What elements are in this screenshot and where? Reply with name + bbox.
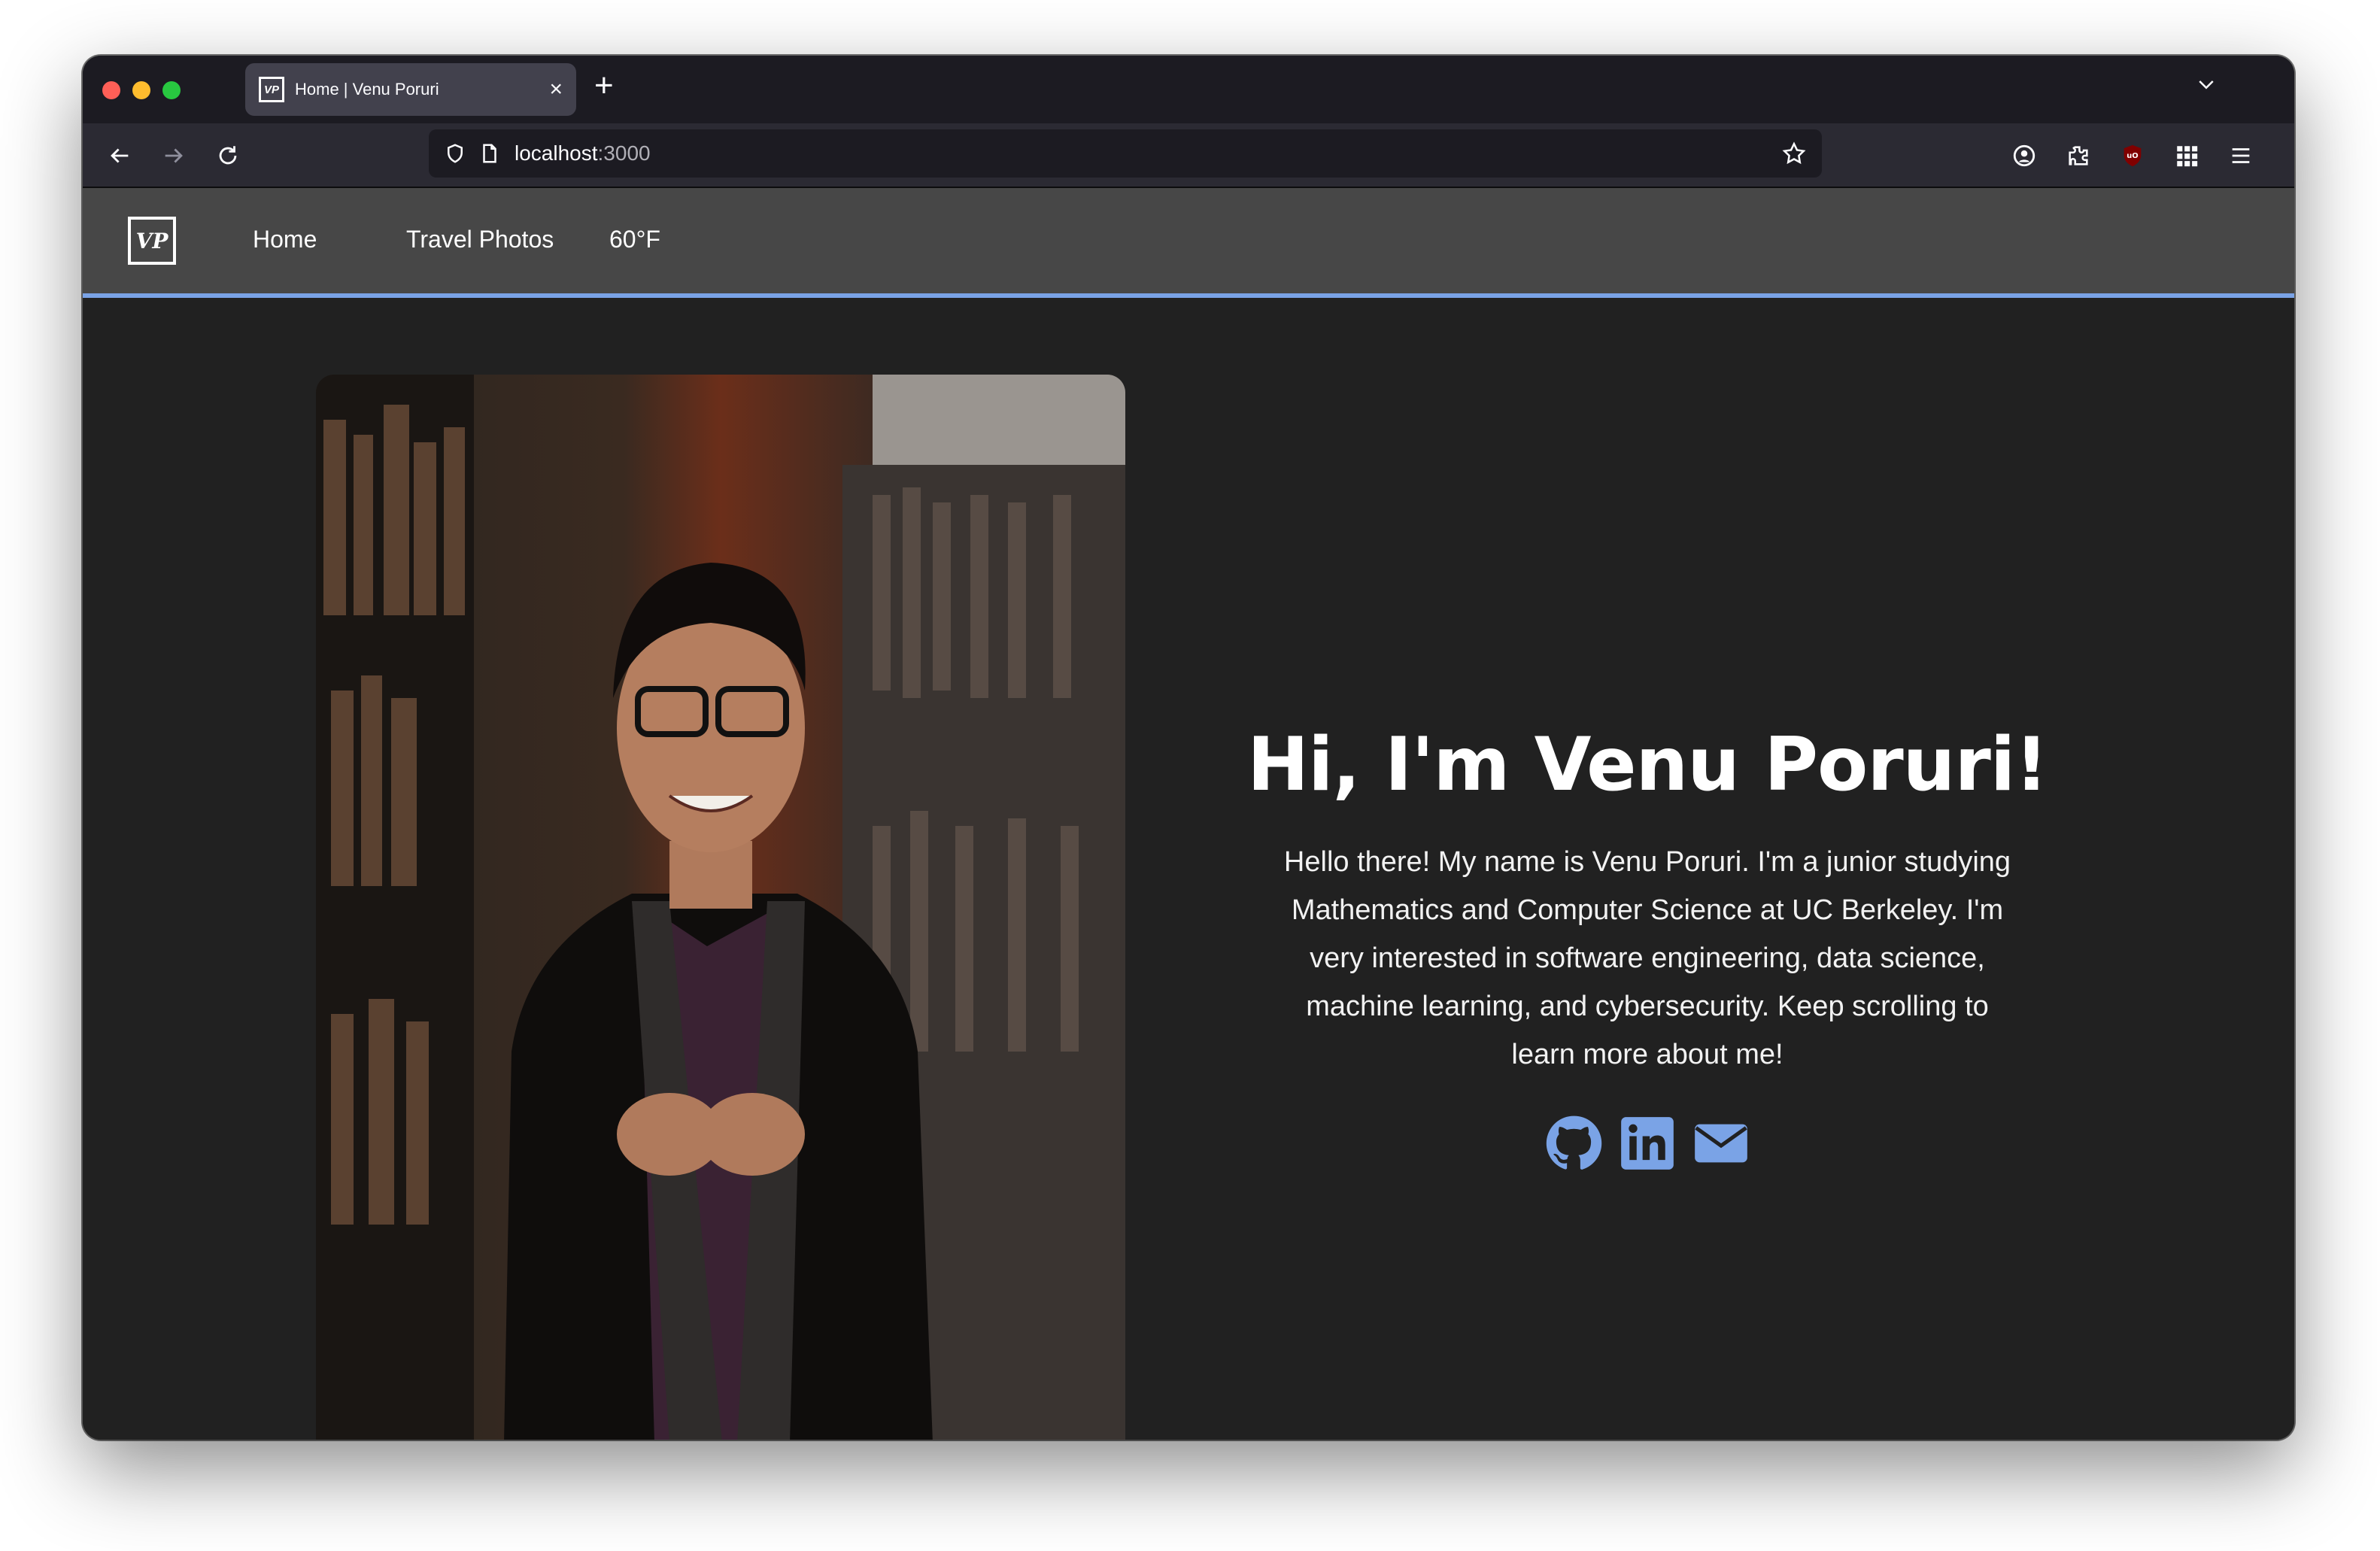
- ublock-icon: uO: [2123, 144, 2142, 167]
- zoom-window-button[interactable]: [162, 81, 181, 99]
- back-button[interactable]: [104, 140, 135, 171]
- email-icon: [1695, 1124, 1747, 1163]
- tab-title: Home | Venu Poruri: [295, 80, 439, 99]
- linkedin-icon: [1621, 1117, 1674, 1170]
- extensions-button[interactable]: [2063, 140, 2094, 171]
- apps-grid-icon: [2177, 146, 2198, 167]
- url-port: :3000: [597, 141, 651, 165]
- hero-section: Hi, I'm Venu Poruri! Hello there! My nam…: [1241, 722, 2054, 1172]
- weather-readout: 60°F: [609, 226, 660, 253]
- page-content: VP Home Travel Photos 60°F Hi, I'm Venu …: [83, 188, 2294, 1440]
- list-all-tabs-button[interactable]: [2195, 74, 2218, 100]
- ublock-button[interactable]: uO: [2117, 140, 2148, 171]
- nav-toolbar: localhost:3000 uO: [83, 123, 2294, 188]
- bookmark-star-icon[interactable]: [1781, 141, 1807, 166]
- tab-active[interactable]: VP Home | Venu Poruri ×: [245, 63, 576, 116]
- nav-link-travel-photos[interactable]: Travel Photos: [406, 226, 554, 253]
- menu-icon: [2232, 148, 2250, 163]
- forward-button[interactable]: [158, 140, 190, 171]
- profile-photo: [316, 375, 1125, 1440]
- new-tab-button[interactable]: +: [594, 69, 614, 102]
- account-icon: [2013, 144, 2035, 167]
- svg-text:uO: uO: [2127, 152, 2138, 160]
- minimize-window-button[interactable]: [132, 81, 150, 99]
- hero-title: Hi, I'm Venu Poruri!: [1246, 722, 2048, 808]
- shield-icon[interactable]: [444, 142, 466, 165]
- profile-photo-image: [316, 375, 1125, 1440]
- menu-button[interactable]: [2225, 140, 2257, 171]
- linkedin-link[interactable]: [1619, 1115, 1676, 1172]
- github-icon: [1546, 1115, 1602, 1170]
- url-host: localhost: [515, 141, 598, 165]
- site-navbar: VP Home Travel Photos 60°F: [83, 188, 2294, 298]
- account-button[interactable]: [2008, 140, 2040, 171]
- close-window-button[interactable]: [102, 81, 120, 99]
- chevron-down-icon: [2199, 80, 2214, 90]
- browser-window: VP Home | Venu Poruri × + localhost:3000: [83, 56, 2294, 1440]
- url-bar[interactable]: localhost:3000: [429, 129, 1822, 178]
- site-logo[interactable]: VP: [128, 217, 176, 265]
- hero-intro: Hello there! My name is Venu Poruri. I'm…: [1283, 846, 2011, 1070]
- reload-icon: [219, 146, 237, 165]
- favicon: VP: [259, 77, 284, 102]
- close-tab-icon[interactable]: ×: [549, 78, 563, 101]
- apps-grid-button[interactable]: [2171, 140, 2202, 171]
- extensions-icon: [2069, 146, 2088, 165]
- forward-icon: [165, 148, 183, 163]
- tab-strip: VP Home | Venu Poruri × +: [83, 56, 2294, 123]
- page-icon[interactable]: [478, 142, 501, 165]
- social-links: [1241, 1115, 2054, 1172]
- reload-button[interactable]: [212, 140, 244, 171]
- email-link[interactable]: [1692, 1115, 1750, 1172]
- github-link[interactable]: [1545, 1115, 1602, 1172]
- nav-link-home[interactable]: Home: [253, 226, 317, 253]
- back-icon: [111, 148, 129, 163]
